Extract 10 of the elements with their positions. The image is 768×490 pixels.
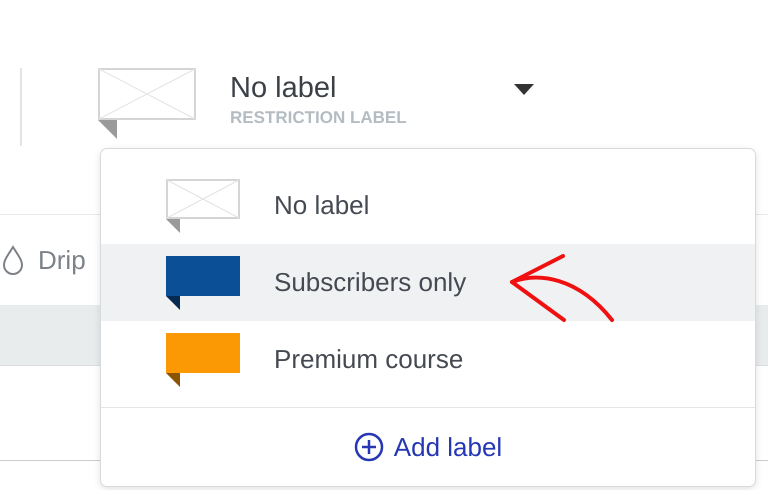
droplet-icon [2,245,24,275]
tab[interactable]: Drip [38,244,86,276]
plus-circle-icon [354,432,384,462]
selected-label-value[interactable]: No label [230,68,480,108]
caret-icon[interactable] [514,84,534,96]
field-caption: RESTRICTION LABEL [230,108,408,128]
add-label-button[interactable]: Add label [354,432,502,462]
menu-item[interactable]: Premium course [101,321,755,398]
menu-item[interactable]: Subscribers only [101,244,755,321]
menu-item[interactable]: No label [101,167,755,244]
